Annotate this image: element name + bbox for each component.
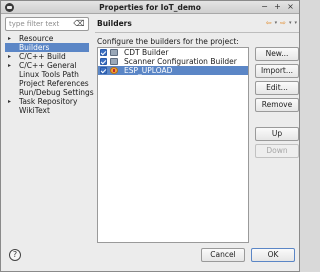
forward-arrow-icon[interactable]: ⇨	[280, 19, 286, 27]
sidebar-item-label: Project References	[19, 79, 89, 88]
builders-page: Builders ⇦ ▾ ⇨ ▾ ▾ Configure the builder…	[95, 15, 299, 243]
sidebar-item-label: Run/Debug Settings	[19, 88, 94, 97]
sidebar-item-builders[interactable]: Builders	[5, 43, 89, 52]
title-bar[interactable]: Properties for IoT_demo − + ×	[1, 1, 299, 14]
page-header: Builders ⇦ ▾ ⇨ ▾ ▾	[95, 15, 299, 31]
cancel-button[interactable]: Cancel	[201, 248, 245, 262]
gear-icon	[110, 49, 118, 56]
checkbox-checked-icon[interactable]	[100, 58, 107, 65]
properties-dialog: Properties for IoT_demo − + × ⌫ ▸ Resourc…	[0, 0, 300, 272]
property-tree: ▸ Resource Builders ▸ C/C++ Build ▸ C/C++ G…	[5, 34, 94, 115]
page-title: Builders	[97, 19, 132, 28]
maximize-icon[interactable]: +	[273, 2, 282, 11]
clear-filter-icon[interactable]: ⌫	[73, 19, 85, 29]
window-title: Properties for IoT_demo	[99, 3, 201, 12]
sidebar-item-run-debug-settings[interactable]: Run/Debug Settings	[5, 88, 94, 97]
view-menu-icon[interactable]: ▾	[294, 19, 297, 27]
header-divider	[95, 32, 299, 33]
builder-row-scanner[interactable]: Scanner Configuration Builder	[98, 57, 248, 66]
sidebar-item-label: Builders	[19, 43, 50, 52]
sidebar-item-label: C/C++ General	[19, 61, 77, 70]
builder-row-cdt[interactable]: CDT Builder	[98, 48, 248, 57]
expand-arrow-icon[interactable]: ▸	[8, 52, 11, 61]
gear-icon	[110, 58, 118, 65]
remove-button[interactable]: Remove	[255, 98, 299, 112]
minimize-icon[interactable]: −	[260, 2, 269, 11]
sidebar-item-project-references[interactable]: Project References	[5, 79, 89, 88]
expand-arrow-icon[interactable]: ▸	[8, 34, 11, 43]
sidebar-item-label: Task Repository	[19, 97, 78, 106]
dialog-footer: ? Cancel OK	[1, 245, 299, 271]
forward-menu-icon[interactable]: ▾	[289, 19, 292, 27]
edit-button[interactable]: Edit...	[255, 81, 299, 95]
filter-box: ⌫	[5, 17, 89, 31]
sidebar-item-label: C/C++ Build	[19, 52, 66, 61]
ok-button[interactable]: OK	[251, 248, 295, 262]
builder-row-esp-upload[interactable]: ESP_UPLOAD	[98, 66, 248, 75]
checkbox-checked-icon[interactable]	[100, 49, 107, 56]
builder-label: Scanner Configuration Builder	[124, 57, 237, 66]
builder-label: ESP_UPLOAD	[124, 66, 173, 75]
sidebar-item-linux-tools-path[interactable]: Linux Tools Path	[5, 70, 89, 79]
expand-arrow-icon[interactable]: ▸	[8, 61, 11, 70]
back-menu-icon[interactable]: ▾	[275, 19, 278, 27]
sidebar-item-label: Resource	[19, 34, 54, 43]
builder-actions: New... Import... Edit... Remove Up Down	[255, 47, 299, 161]
checkbox-checked-icon[interactable]	[100, 67, 107, 74]
sidebar: ⌫ ▸ Resource Builders ▸ C/C++ Build ▸ C/C++…	[5, 17, 94, 243]
sidebar-item-cpp-general[interactable]: ▸ C/C++ General	[5, 61, 89, 70]
sidebar-item-label: Linux Tools Path	[19, 70, 79, 79]
sidebar-item-task-repository[interactable]: ▸ Task Repository	[5, 97, 89, 106]
window-controls: − + ×	[260, 2, 295, 11]
import-button[interactable]: Import...	[255, 64, 299, 78]
page-navigation: ⇦ ▾ ⇨ ▾ ▾	[266, 19, 297, 27]
external-tool-icon	[110, 67, 118, 74]
sidebar-item-resource[interactable]: ▸ Resource	[5, 34, 89, 43]
new-button[interactable]: New...	[255, 47, 299, 61]
filter-input[interactable]	[6, 18, 72, 30]
back-arrow-icon[interactable]: ⇦	[266, 19, 272, 27]
close-icon[interactable]: ×	[286, 2, 295, 11]
sidebar-item-cpp-build[interactable]: ▸ C/C++ Build	[5, 52, 89, 61]
sidebar-item-wikitext[interactable]: WikiText	[5, 106, 89, 115]
up-button[interactable]: Up	[255, 127, 299, 141]
builder-label: CDT Builder	[124, 48, 169, 57]
builders-list[interactable]: CDT Builder Scanner Configuration Builde…	[97, 47, 249, 243]
down-button: Down	[255, 144, 299, 158]
sidebar-item-label: WikiText	[19, 106, 50, 115]
help-icon[interactable]: ?	[9, 249, 21, 261]
page-description: Configure the builders for the project:	[97, 37, 239, 46]
expand-arrow-icon[interactable]: ▸	[8, 97, 11, 106]
